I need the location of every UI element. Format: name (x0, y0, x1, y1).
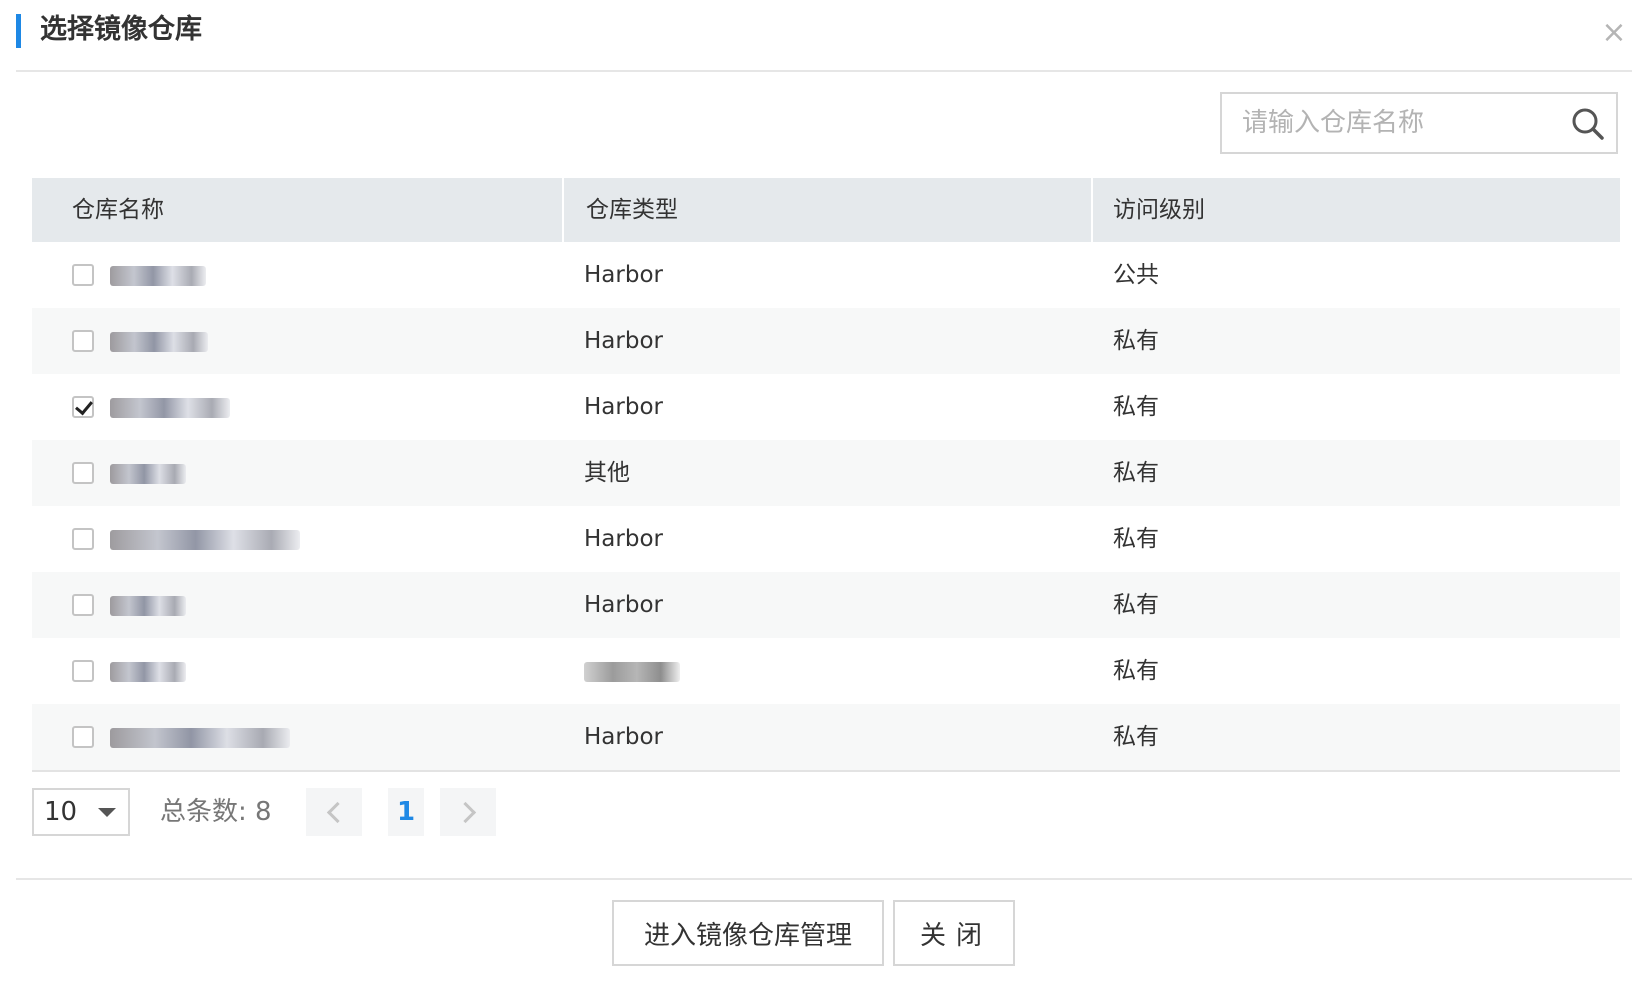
table-header: 仓库名称 仓库类型 访问级别 (32, 178, 1620, 242)
column-header-name: 仓库名称 (72, 197, 164, 223)
prev-page-button[interactable] (306, 788, 362, 836)
title-accent-bar (16, 14, 21, 48)
registry-type-cell: Harbor (584, 394, 663, 420)
row-checkbox[interactable] (72, 726, 94, 748)
select-registry-dialog: 选择镜像仓库 × 仓库名称 仓库类型 访问级别 Harbor 公共 (0, 0, 1650, 992)
redacted-name (110, 464, 186, 484)
redacted-name (110, 596, 186, 616)
registry-type-cell: Harbor (584, 592, 663, 618)
registry-name-cell (32, 308, 562, 374)
access-level-cell: 私有 (1113, 724, 1159, 750)
row-checkbox[interactable] (72, 528, 94, 550)
registry-type-cell: 其他 (584, 460, 630, 486)
row-checkbox[interactable] (72, 264, 94, 286)
table-row[interactable]: 私有 (32, 638, 1620, 704)
pagination: 10 总条数: 8 1 (32, 788, 632, 836)
registry-type-cell: Harbor (584, 328, 663, 354)
search-input[interactable] (1222, 94, 1562, 152)
access-level-cell: 公共 (1113, 262, 1159, 288)
row-checkbox[interactable] (72, 660, 94, 682)
chevron-left-icon (326, 801, 348, 823)
registry-name-cell (32, 638, 562, 704)
column-header-type: 仓库类型 (562, 178, 1091, 242)
close-button[interactable]: 关闭 (893, 900, 1015, 966)
table-row[interactable]: Harbor 公共 (32, 242, 1620, 308)
page-size-select[interactable]: 10 (32, 788, 130, 836)
table-row[interactable]: Harbor 私有 (32, 572, 1620, 638)
access-level-cell: 私有 (1113, 394, 1159, 420)
search-box (1220, 92, 1618, 154)
table-row[interactable]: Harbor 私有 (32, 704, 1620, 770)
access-level-cell: 私有 (1113, 592, 1159, 618)
table-bottom-border (32, 770, 1620, 772)
registry-type-cell: Harbor (584, 262, 663, 288)
registry-table: 仓库名称 仓库类型 访问级别 Harbor 公共 Harbor 私有 Harbo… (32, 178, 1620, 772)
table-row[interactable]: Harbor 私有 (32, 506, 1620, 572)
access-level-cell: 私有 (1113, 328, 1159, 354)
dialog-title: 选择镜像仓库 (40, 14, 202, 45)
registry-name-cell (32, 572, 562, 638)
next-page-button[interactable] (440, 788, 496, 836)
enter-registry-management-button[interactable]: 进入镜像仓库管理 (612, 900, 884, 966)
access-level-cell: 私有 (1113, 658, 1159, 684)
redacted-name (110, 662, 186, 682)
registry-name-cell (32, 506, 562, 572)
table-row[interactable]: 其他 私有 (32, 440, 1620, 506)
redacted-name (110, 728, 290, 748)
redacted-name (110, 332, 208, 352)
redacted-name (110, 266, 206, 286)
registry-name-cell (32, 374, 562, 440)
footer-divider (16, 878, 1632, 880)
registry-name-cell (32, 242, 562, 308)
row-checkbox-checked[interactable] (72, 396, 94, 418)
page-size-value: 10 (44, 797, 78, 827)
column-header-access: 访问级别 (1091, 178, 1620, 242)
dialog-header: 选择镜像仓库 × (16, 0, 1632, 72)
redacted-name (110, 398, 230, 418)
access-level-cell: 私有 (1113, 460, 1159, 486)
search-icon[interactable] (1570, 106, 1606, 142)
row-checkbox[interactable] (72, 330, 94, 352)
access-level-cell: 私有 (1113, 526, 1159, 552)
chevron-right-icon (454, 801, 476, 823)
registry-type-cell (562, 638, 1091, 704)
total-count: 总条数: 8 (160, 797, 272, 827)
table-row[interactable]: Harbor 私有 (32, 374, 1620, 440)
registry-name-cell (32, 704, 562, 770)
caret-down-icon (98, 808, 116, 817)
row-checkbox[interactable] (72, 462, 94, 484)
row-checkbox[interactable] (72, 594, 94, 616)
redacted-name (110, 530, 300, 550)
page-number-current[interactable]: 1 (388, 788, 424, 836)
registry-type-cell: Harbor (584, 724, 663, 750)
close-icon[interactable]: × (1596, 14, 1632, 50)
registry-type-cell: Harbor (584, 526, 663, 552)
registry-name-cell (32, 440, 562, 506)
redacted-type (584, 662, 680, 682)
table-row[interactable]: Harbor 私有 (32, 308, 1620, 374)
